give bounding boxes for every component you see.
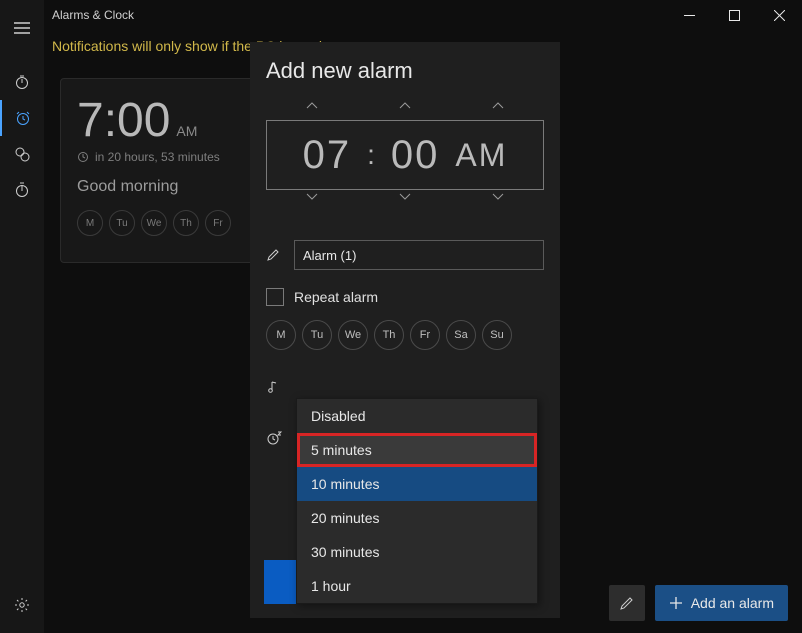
ampm-value[interactable]: AM — [455, 137, 507, 174]
day-toggle-mon[interactable]: M — [266, 320, 296, 350]
minute-down-button[interactable] — [398, 190, 412, 212]
sidebar — [0, 0, 44, 633]
day-toggle-fri[interactable]: Fr — [410, 320, 440, 350]
repeat-days: M Tu We Th Fr Sa Su — [266, 320, 544, 350]
hour-down-button[interactable] — [305, 190, 319, 212]
time-display[interactable]: 07 : 00 AM — [266, 120, 544, 190]
pencil-icon — [619, 595, 635, 611]
snooze-option-10min[interactable]: 10 minutes — [297, 467, 537, 501]
alarm-time: 7:00 — [77, 93, 170, 148]
ampm-down-button[interactable] — [491, 190, 505, 212]
add-alarm-label: Add an alarm — [691, 595, 774, 611]
day-toggle-thu[interactable]: Th — [374, 320, 404, 350]
repeat-checkbox[interactable] — [266, 288, 284, 306]
alarm-icon[interactable] — [0, 100, 44, 136]
day-toggle-sat[interactable]: Sa — [446, 320, 476, 350]
app-title: Alarms & Clock — [52, 8, 134, 22]
edit-alarms-button[interactable] — [609, 585, 645, 621]
settings-icon[interactable] — [0, 587, 44, 623]
world-clock-icon[interactable] — [0, 136, 44, 172]
timer-icon[interactable] — [0, 64, 44, 100]
day-toggle-sun[interactable]: Su — [482, 320, 512, 350]
window-controls — [667, 0, 802, 30]
hamburger-icon[interactable] — [0, 10, 44, 46]
hour-up-button[interactable] — [305, 98, 319, 120]
minute-value[interactable]: 00 — [391, 133, 440, 178]
edit-icon — [266, 248, 284, 262]
snooze-option-30min[interactable]: 30 minutes — [297, 535, 537, 569]
dialog-title: Add new alarm — [250, 42, 560, 94]
bottom-action-bar: Add an alarm — [609, 585, 788, 621]
ampm-up-button[interactable] — [491, 98, 505, 120]
stopwatch-icon[interactable] — [0, 172, 44, 208]
day-toggle-tue[interactable]: Tu — [302, 320, 332, 350]
minute-up-button[interactable] — [398, 98, 412, 120]
alarm-name-input[interactable] — [294, 240, 544, 270]
close-button[interactable] — [757, 0, 802, 30]
maximize-button[interactable] — [712, 0, 757, 30]
snooze-option-1hour[interactable]: 1 hour — [297, 569, 537, 603]
plus-icon — [669, 596, 683, 610]
repeat-label: Repeat alarm — [294, 289, 378, 305]
day-chip: M — [77, 210, 103, 236]
day-chip: Tu — [109, 210, 135, 236]
bell-icon — [77, 151, 89, 163]
day-chip: Th — [173, 210, 199, 236]
day-chip: Fr — [205, 210, 231, 236]
snooze-dropdown[interactable]: Disabled 5 minutes 10 minutes 20 minutes… — [296, 398, 538, 604]
hour-value[interactable]: 07 — [303, 133, 352, 178]
snooze-icon — [266, 430, 284, 446]
add-alarm-button[interactable]: Add an alarm — [655, 585, 788, 621]
day-chip: We — [141, 210, 167, 236]
day-toggle-wed[interactable]: We — [338, 320, 368, 350]
alarm-ampm: AM — [176, 123, 197, 147]
time-picker: 07 : 00 AM — [266, 98, 544, 212]
snooze-option-disabled[interactable]: Disabled — [297, 399, 537, 433]
minimize-button[interactable] — [667, 0, 712, 30]
snooze-option-5min[interactable]: 5 minutes — [297, 433, 537, 467]
music-note-icon — [266, 380, 284, 394]
snooze-option-20min[interactable]: 20 minutes — [297, 501, 537, 535]
